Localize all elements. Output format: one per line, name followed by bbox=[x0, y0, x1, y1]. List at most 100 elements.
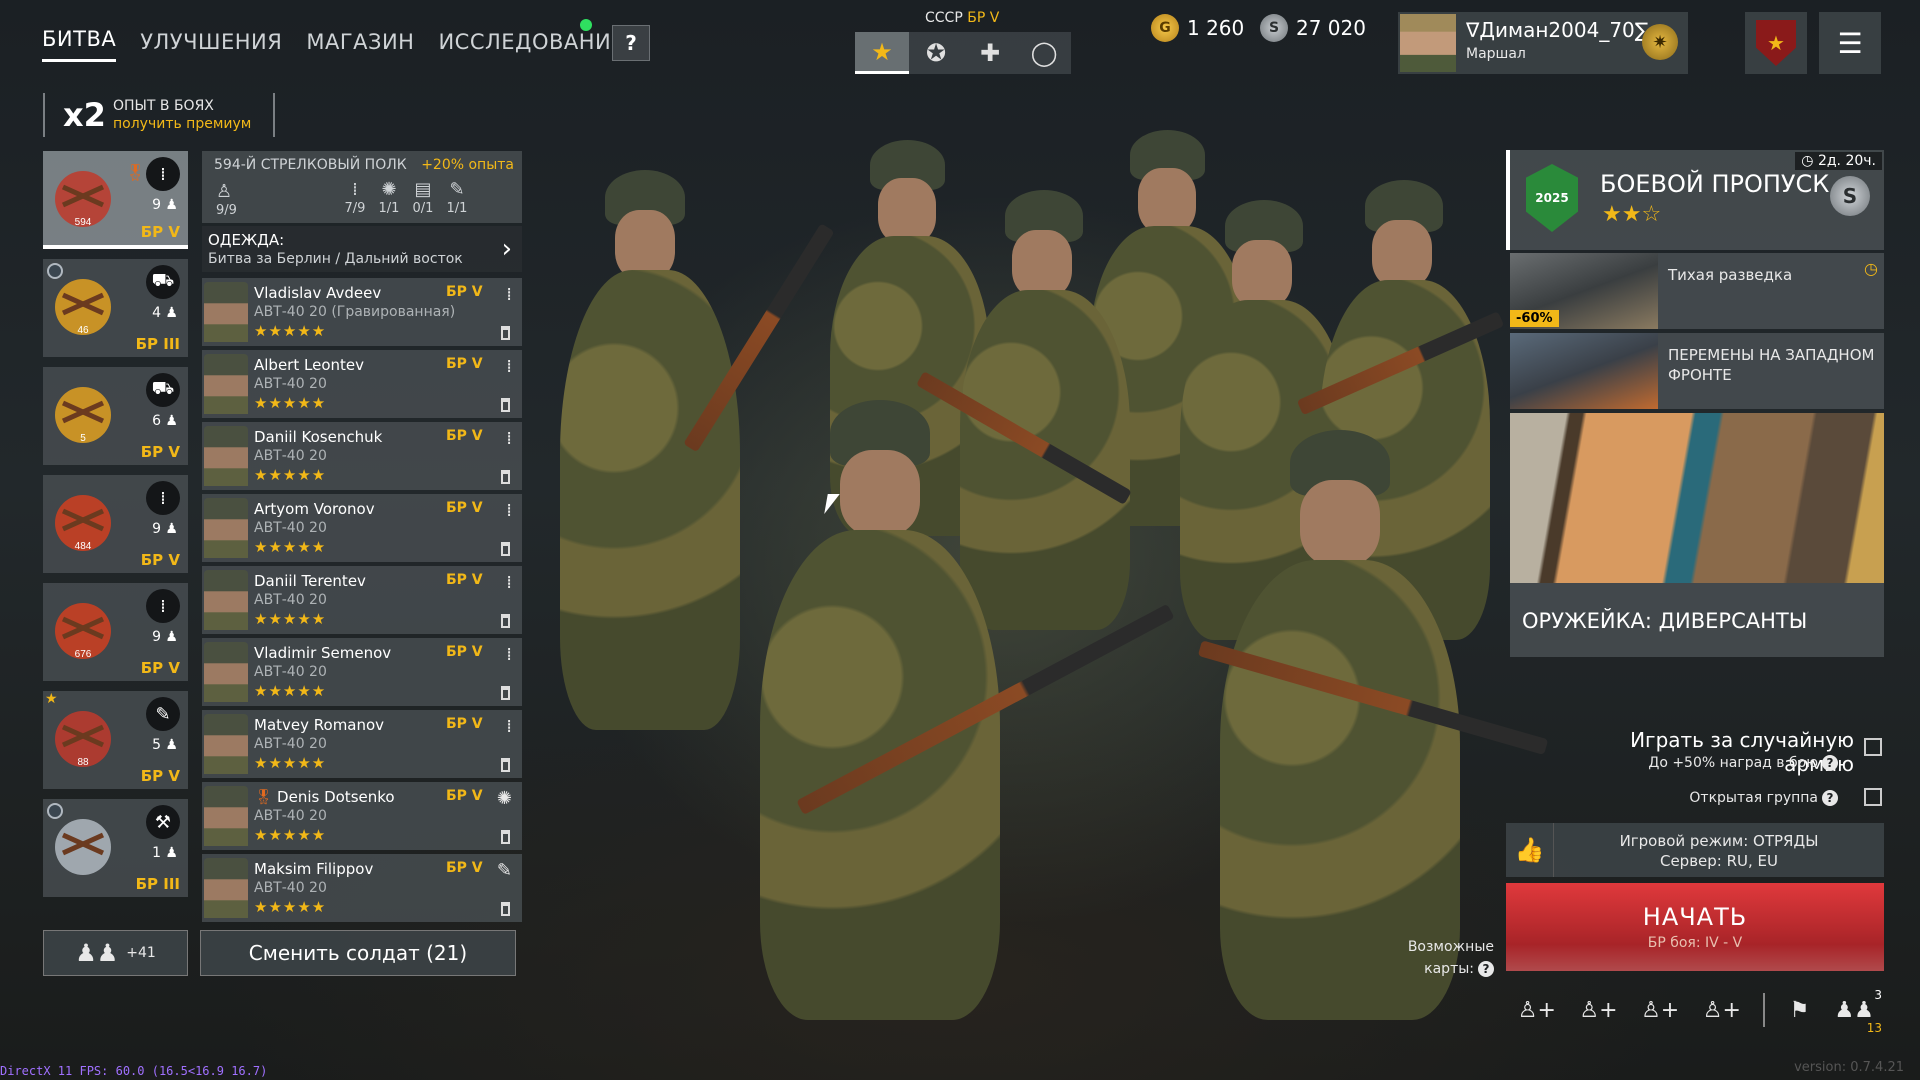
help-icon[interactable]: ? bbox=[1822, 790, 1838, 806]
help-icon[interactable]: ? bbox=[1822, 755, 1838, 771]
soldier-row[interactable]: Maksim Filippov АВТ-40 20 ★★★★★ БР V ✎ bbox=[202, 854, 522, 922]
menu-button[interactable]: ☰ bbox=[1819, 12, 1881, 74]
tab-shop[interactable]: МАГАЗИН bbox=[306, 30, 414, 62]
soldier-row[interactable]: Artyom Voronov АВТ-40 20 ★★★★★ БР V ⁞ bbox=[202, 494, 522, 562]
open-group-checkbox[interactable] bbox=[1864, 788, 1882, 806]
svg-text:88: 88 bbox=[77, 757, 89, 768]
soldier-rank-stars: ★★★★★ bbox=[254, 538, 327, 556]
divider bbox=[1762, 993, 1765, 1027]
soldier-portrait bbox=[204, 354, 248, 414]
random-army-bonus: До +50% наград в бою? bbox=[1560, 755, 1838, 771]
invite-player-button[interactable]: ♙+ bbox=[1568, 998, 1630, 1023]
army-label: СССР БР V bbox=[925, 10, 1000, 26]
soldier-br: БР V bbox=[446, 356, 483, 372]
squad-card[interactable]: 88 ✎ 5 ♟ БР V ★ bbox=[43, 691, 188, 789]
soldier-row[interactable]: Vladimir Semenov АВТ-40 20 ★★★★★ БР V ⁞ bbox=[202, 638, 522, 706]
soldier-row[interactable]: Daniil Kosenchuk АВТ-40 20 ★★★★★ БР V ⁞ bbox=[202, 422, 522, 490]
soldier-br: БР V bbox=[446, 716, 483, 732]
squad-card[interactable]: 46 ⛟ 4 ♟ БР III bbox=[43, 259, 188, 357]
soldier-rank-stars: ★★★★★ bbox=[254, 610, 327, 628]
random-army-checkbox[interactable] bbox=[1864, 738, 1882, 756]
tab-battle[interactable]: БИТВА bbox=[42, 27, 117, 62]
soldier-portrait bbox=[204, 570, 248, 630]
thumbs-up-icon[interactable]: 👍 bbox=[1506, 823, 1554, 877]
soldier-rank-stars: ★★★★★ bbox=[254, 682, 327, 700]
soldier-portrait bbox=[204, 282, 248, 342]
soldier-row[interactable]: Daniil Terentev АВТ-40 20 ★★★★★ БР V ⁞ bbox=[202, 566, 522, 634]
soldier-row[interactable]: 🎖 Denis Dotsenko АВТ-40 20 ★★★★★ БР V ✺ bbox=[202, 782, 522, 850]
change-soldiers-button[interactable]: Сменить солдат (21) bbox=[200, 930, 516, 976]
event-card-western-front[interactable]: ПЕРЕМЕНЫ НА ЗАПАДНОМ ФРОНТЕ bbox=[1510, 333, 1884, 409]
soldier-row[interactable]: Vladislav Avdeev АВТ-40 20 (Гравированна… bbox=[202, 278, 522, 346]
squad-count: 5 ♟ bbox=[152, 737, 178, 753]
get-premium-link[interactable]: получить премиум bbox=[113, 115, 251, 133]
soldier-rank-stars: ★★★★★ bbox=[254, 394, 327, 412]
invite-player-button[interactable]: ♙+ bbox=[1629, 998, 1691, 1023]
battle-pass-timer: ◷ 2д. 20ч. bbox=[1795, 152, 1882, 170]
svg-text:46: 46 bbox=[77, 325, 89, 336]
event-title: Тихая разведка bbox=[1668, 266, 1793, 284]
rifleman-icon: ⁞ bbox=[352, 179, 358, 200]
soldier-portrait bbox=[204, 714, 248, 774]
friends-button[interactable]: ♟♟ 3 13 bbox=[1824, 988, 1884, 1035]
squad-card[interactable]: ⚒ 1 ♟ БР III bbox=[43, 799, 188, 897]
event-card-quiet-recon[interactable]: -60% Тихая разведка ◷ bbox=[1510, 253, 1884, 329]
help-button[interactable]: ? bbox=[612, 25, 650, 61]
squad-emblem-icon: 46 bbox=[55, 279, 111, 336]
svg-text:484: 484 bbox=[75, 541, 92, 552]
ammo-icon bbox=[501, 470, 510, 484]
flag-button[interactable]: ⚑ bbox=[1775, 998, 1825, 1023]
squad-members-button[interactable]: ♟♟ +41 bbox=[43, 930, 188, 976]
squad-card[interactable]: 594 ⁞ 9 ♟ БР V 🎖 bbox=[43, 151, 188, 249]
avatar bbox=[1400, 14, 1456, 72]
start-battle-button[interactable]: НАЧАТЬ БР боя: IV - V bbox=[1506, 883, 1884, 971]
outfit-selector[interactable]: ОДЕЖДА: Битва за Берлин / Дальний восток… bbox=[202, 226, 522, 272]
soldier-name: Matvey Romanov bbox=[254, 716, 385, 734]
soldier-class-icon: ⁞ bbox=[506, 356, 512, 377]
invite-player-button[interactable]: ♙+ bbox=[1506, 998, 1568, 1023]
battle-pass-panel[interactable]: 2025 БОЕВОЙ ПРОПУСК ★★☆ ◷ 2д. 20ч. S bbox=[1506, 150, 1884, 250]
soldier-class-icon: ⁞ bbox=[506, 716, 512, 737]
username: ∇Диман2004_70∑ bbox=[1466, 18, 1649, 42]
game-mode: Игровой режим: ОТРЯДЫ bbox=[1619, 832, 1819, 850]
squad-role-icon: ⛟ bbox=[146, 265, 180, 299]
tab-research[interactable]: ИССЛЕДОВАНИЯ bbox=[438, 30, 626, 62]
invite-player-button[interactable]: ♙+ bbox=[1691, 998, 1753, 1023]
soviet-star-icon[interactable]: ★ bbox=[855, 32, 909, 74]
gold-balance[interactable]: G 1 260 bbox=[1151, 14, 1244, 42]
version-label: version: 0.7.4.21 bbox=[1794, 1060, 1904, 1075]
tab-upgrades[interactable]: УЛУЧШЕНИЯ bbox=[140, 30, 282, 62]
soldier-weapon: АВТ-40 20 bbox=[254, 736, 327, 752]
player-profile[interactable]: ∇Диман2004_70∑ Маршал ✷ bbox=[1398, 12, 1688, 74]
possible-maps-link[interactable]: Возможные карты:? bbox=[1390, 936, 1494, 980]
soldier-portrait bbox=[204, 498, 248, 558]
soldier-list: Vladislav Avdeev АВТ-40 20 (Гравированна… bbox=[202, 278, 522, 926]
clock-icon: ◷ bbox=[1864, 259, 1878, 278]
armory-saboteurs-card[interactable]: ОРУЖЕЙКА: ДИВЕРСАНТЫ bbox=[1510, 413, 1884, 657]
iron-cross-icon[interactable]: ✚ bbox=[963, 32, 1017, 74]
clock-icon: ◷ bbox=[1801, 153, 1814, 169]
stat-radio: ▤ 0/1 bbox=[406, 179, 440, 216]
squad-card[interactable]: 484 ⁞ 9 ♟ БР V bbox=[43, 475, 188, 573]
allied-star-icon[interactable]: ✪ bbox=[909, 32, 963, 74]
soldier-row[interactable]: Albert Leontev АВТ-40 20 ★★★★★ БР V ⁞ bbox=[202, 350, 522, 418]
squad-role-icon: ⁞ bbox=[146, 589, 180, 623]
silver-balance[interactable]: S 27 020 bbox=[1260, 14, 1366, 42]
friends-total-count: 13 bbox=[1866, 1020, 1882, 1035]
flame-icon: ✺ bbox=[381, 179, 397, 200]
regiment-name: 594-Й СТРЕЛКОВЫЙ ПОЛК bbox=[214, 157, 407, 173]
battle-xp-banner[interactable]: x2 ОПЫТ В БОЯХ получить премиум bbox=[43, 93, 275, 137]
soldier-portrait bbox=[204, 786, 248, 846]
ring-icon[interactable]: ◯ bbox=[1017, 32, 1071, 74]
add-person-icon: ♙+ bbox=[1641, 997, 1680, 1023]
squad-card[interactable]: 676 ⁞ 9 ♟ БР V bbox=[43, 583, 188, 681]
soldier-row[interactable]: Matvey Romanov АВТ-40 20 ★★★★★ БР V ⁞ bbox=[202, 710, 522, 778]
start-label: НАЧАТЬ bbox=[1642, 903, 1748, 931]
squad-emblem-icon: 5 bbox=[55, 387, 111, 444]
squad-header: 594-Й СТРЕЛКОВЫЙ ПОЛК +20% опыта ♙ 9/9 ⁞… bbox=[202, 151, 522, 223]
squad-role-icon: ⛟ bbox=[146, 373, 180, 407]
squad-card[interactable]: 5 ⛟ 6 ♟ БР V bbox=[43, 367, 188, 465]
army-emblem-button[interactable]: ★ bbox=[1745, 12, 1807, 74]
game-mode-selector[interactable]: 👍 Игровой режим: ОТРЯДЫ Сервер: RU, EU bbox=[1506, 823, 1884, 877]
soldier-class-icon: ⁞ bbox=[506, 500, 512, 521]
